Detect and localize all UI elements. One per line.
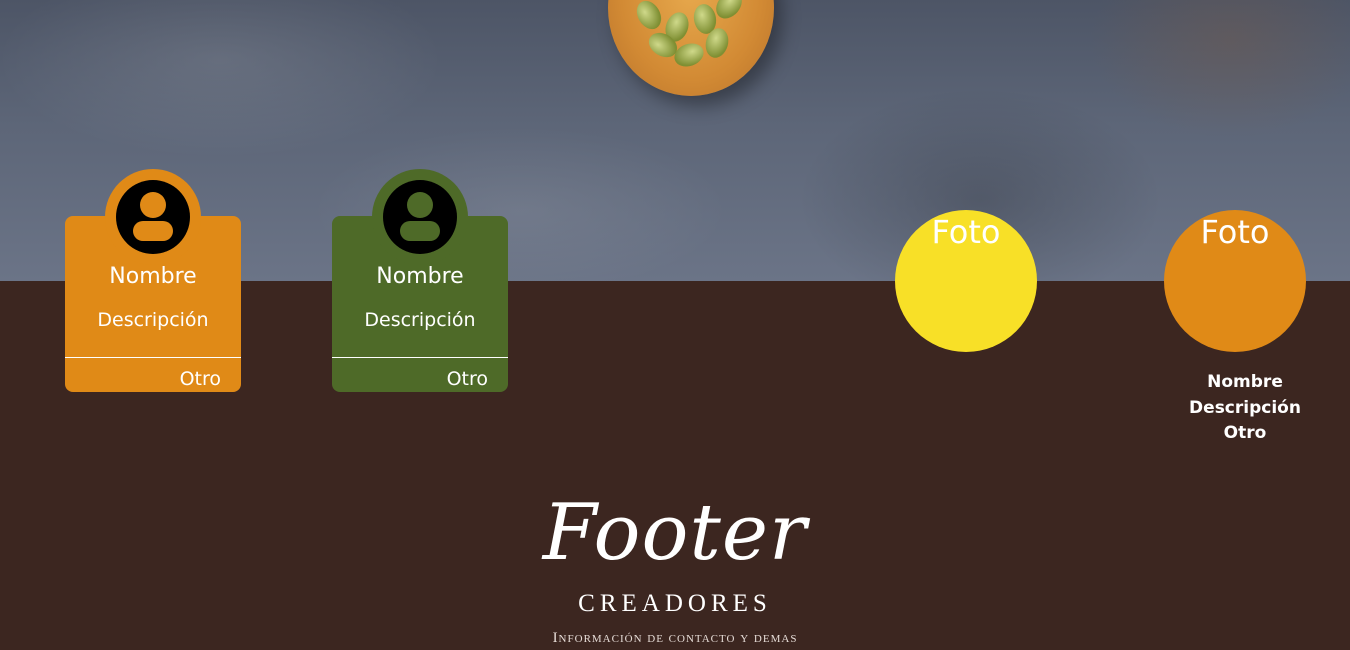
team-card-2: Nombre Descripción Otro: [332, 169, 508, 392]
member-name: Nombre: [1207, 372, 1283, 392]
member-info-4: Nombre Descripción Otro: [1165, 370, 1325, 447]
footer-subtitle: CREADORES: [578, 590, 772, 617]
member-other: Otro: [1223, 423, 1267, 443]
card-divider: [332, 357, 508, 358]
member-other: Otro: [446, 368, 488, 390]
user-icon: [383, 180, 457, 254]
cardamom-spoon-image: [608, 0, 774, 96]
user-icon: [116, 180, 190, 254]
footer-contact-info: Información de contacto y demas: [552, 630, 798, 646]
photo-placeholder-2: Foto: [1164, 210, 1306, 352]
member-other: Otro: [179, 368, 221, 390]
member-name: Nombre: [376, 264, 464, 289]
photo-label: Foto: [931, 213, 1001, 251]
footer-title: Footer: [542, 488, 808, 578]
photo-label: Foto: [1200, 213, 1270, 251]
member-description: Descripción: [97, 309, 209, 331]
card-divider: [65, 357, 241, 358]
member-description: Descripción: [364, 309, 476, 331]
member-description: Descripción: [1189, 397, 1301, 418]
photo-placeholder-1: Foto: [895, 210, 1037, 352]
member-name: Nombre: [109, 264, 197, 289]
team-card-1: Nombre Descripción Otro: [65, 169, 241, 392]
